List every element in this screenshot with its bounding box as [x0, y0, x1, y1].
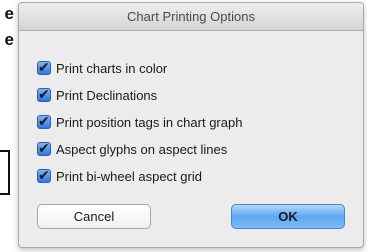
cancel-button[interactable]: Cancel — [37, 204, 151, 229]
checkbox[interactable]: ✔ — [37, 140, 51, 156]
option-label: Print bi-wheel aspect grid — [56, 168, 202, 184]
ok-button[interactable]: OK — [231, 204, 345, 229]
checkbox[interactable]: ✔ — [37, 167, 51, 183]
option-aspect-glyphs[interactable]: ✔ Aspect glyphs on aspect lines — [37, 140, 242, 158]
checkmark-icon: ✔ — [38, 86, 50, 102]
option-print-declinations[interactable]: ✔ Print Declinations — [37, 86, 242, 104]
option-label: Print charts in color — [56, 60, 168, 76]
checkmark-icon: ✔ — [38, 140, 50, 156]
checkbox[interactable]: ✔ — [37, 113, 51, 129]
checkbox[interactable]: ✔ — [37, 59, 51, 75]
checkmark-icon: ✔ — [38, 113, 50, 129]
option-label: Print position tags in chart graph — [56, 114, 243, 130]
checkmark-icon: ✔ — [38, 59, 50, 75]
option-label: Aspect glyphs on aspect lines — [56, 141, 228, 157]
background-window-text: e — [4, 30, 14, 49]
option-bi-wheel-aspect-grid[interactable]: ✔ Print bi-wheel aspect grid — [37, 167, 242, 185]
checkbox[interactable]: ✔ — [37, 86, 51, 102]
options-list: ✔ Print charts in color ✔ Print Declinat… — [37, 59, 242, 194]
option-label: Print Declinations — [56, 87, 158, 103]
option-print-charts-in-color[interactable]: ✔ Print charts in color — [37, 59, 242, 77]
chart-printing-options-dialog: Chart Printing Options ✔ Print charts in… — [18, 2, 364, 248]
background-window-box — [0, 150, 10, 195]
background-window-text: e — [4, 4, 14, 23]
checkmark-icon: ✔ — [38, 167, 50, 183]
option-print-position-tags[interactable]: ✔ Print position tags in chart graph — [37, 113, 242, 131]
screen: e e Chart Printing Options ✔ Print chart… — [0, 0, 367, 252]
dialog-title: Chart Printing Options — [19, 3, 363, 31]
